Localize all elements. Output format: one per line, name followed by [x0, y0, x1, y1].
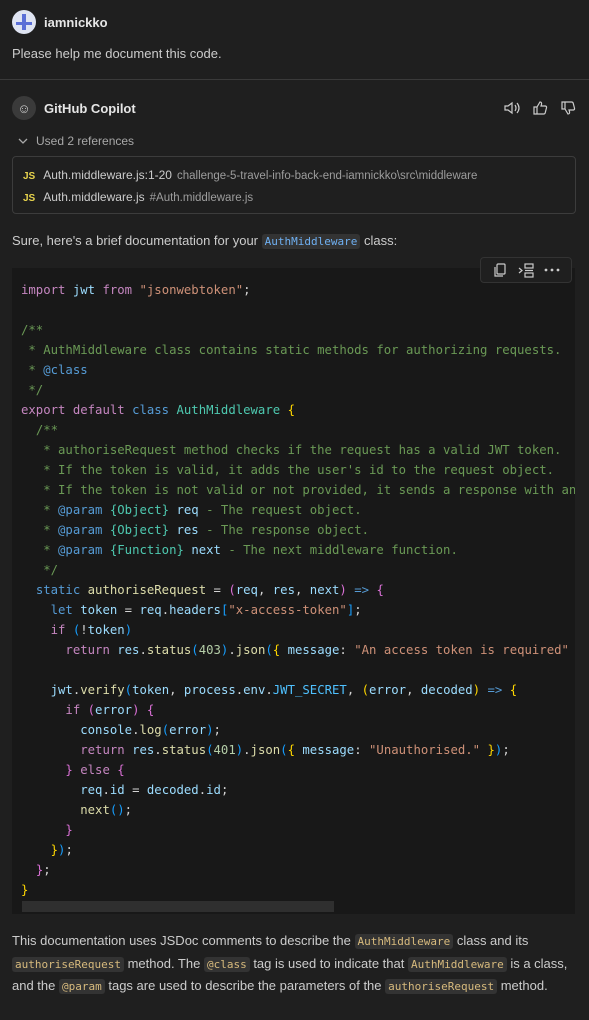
thumbs-up-icon[interactable]: [531, 99, 549, 117]
code-block[interactable]: import jwt from "jsonwebtoken"; /** * Au…: [12, 268, 575, 914]
outro-text: class and its: [453, 933, 529, 948]
user-header: iamnickko: [12, 10, 108, 34]
outro-text: method. The: [123, 955, 204, 971]
speaker-icon[interactable]: [503, 99, 521, 117]
copilot-name: GitHub Copilot: [44, 100, 136, 116]
outro-text: method.: [497, 978, 548, 993]
outro-text: tags are used to describe the parameters…: [104, 978, 386, 993]
copy-icon[interactable]: [487, 260, 513, 280]
inline-code: AuthMiddleware: [354, 934, 454, 949]
more-icon[interactable]: [539, 260, 565, 280]
references-toggle[interactable]: Used 2 references: [18, 134, 134, 148]
inline-code: @class: [203, 956, 250, 972]
code-toolbar: [480, 257, 572, 283]
inline-code: authoriseRequest: [385, 979, 498, 994]
copilot-avatar: ☺: [12, 96, 36, 120]
reference-name: Auth.middleware.js:1-20: [43, 168, 172, 182]
response-intro: Sure, here's a brief documentation for y…: [12, 233, 398, 249]
response-outro: This documentation uses JSDoc comments t…: [12, 930, 577, 998]
message-divider: [0, 79, 589, 80]
reference-path: challenge-5-travel-info-back-end-iamnick…: [176, 170, 478, 182]
intro-text: class:: [360, 233, 398, 248]
user-avatar[interactable]: [12, 10, 36, 34]
js-file-icon: JS: [23, 193, 36, 204]
copilot-header: ☺ GitHub Copilot: [12, 96, 577, 120]
references-list: JS Auth.middleware.js:1-20 challenge-5-t…: [12, 156, 576, 214]
chevron-down-icon: [18, 134, 28, 148]
user-name: iamnickko: [44, 14, 108, 30]
thumbs-down-icon[interactable]: [559, 99, 577, 117]
horizontal-scrollbar[interactable]: [22, 901, 334, 912]
reference-name: Auth.middleware.js: [43, 190, 145, 204]
outro-text: This documentation uses JSDoc comments t…: [12, 933, 355, 948]
js-file-icon: JS: [23, 171, 36, 182]
intro-text: Sure, here's a brief documentation for y…: [12, 233, 262, 248]
code-content[interactable]: import jwt from "jsonwebtoken"; /** * Au…: [21, 280, 575, 900]
user-prompt: Please help me document this code.: [12, 46, 222, 61]
outro-text: tag is used to indicate that: [249, 955, 408, 971]
reference-path: #Auth.middleware.js: [149, 192, 254, 204]
reference-item[interactable]: JS Auth.middleware.js:1-20 challenge-5-t…: [23, 168, 477, 182]
inline-code: @param: [59, 979, 105, 994]
inline-code: AuthMiddleware: [261, 234, 361, 249]
response-actions: [503, 99, 577, 117]
inline-code: authoriseRequest: [12, 956, 124, 972]
references-toggle-label: Used 2 references: [36, 134, 135, 148]
reference-item[interactable]: JS Auth.middleware.js #Auth.middleware.j…: [23, 190, 253, 204]
inline-code: AuthMiddleware: [407, 956, 507, 972]
insert-icon[interactable]: [513, 260, 539, 280]
